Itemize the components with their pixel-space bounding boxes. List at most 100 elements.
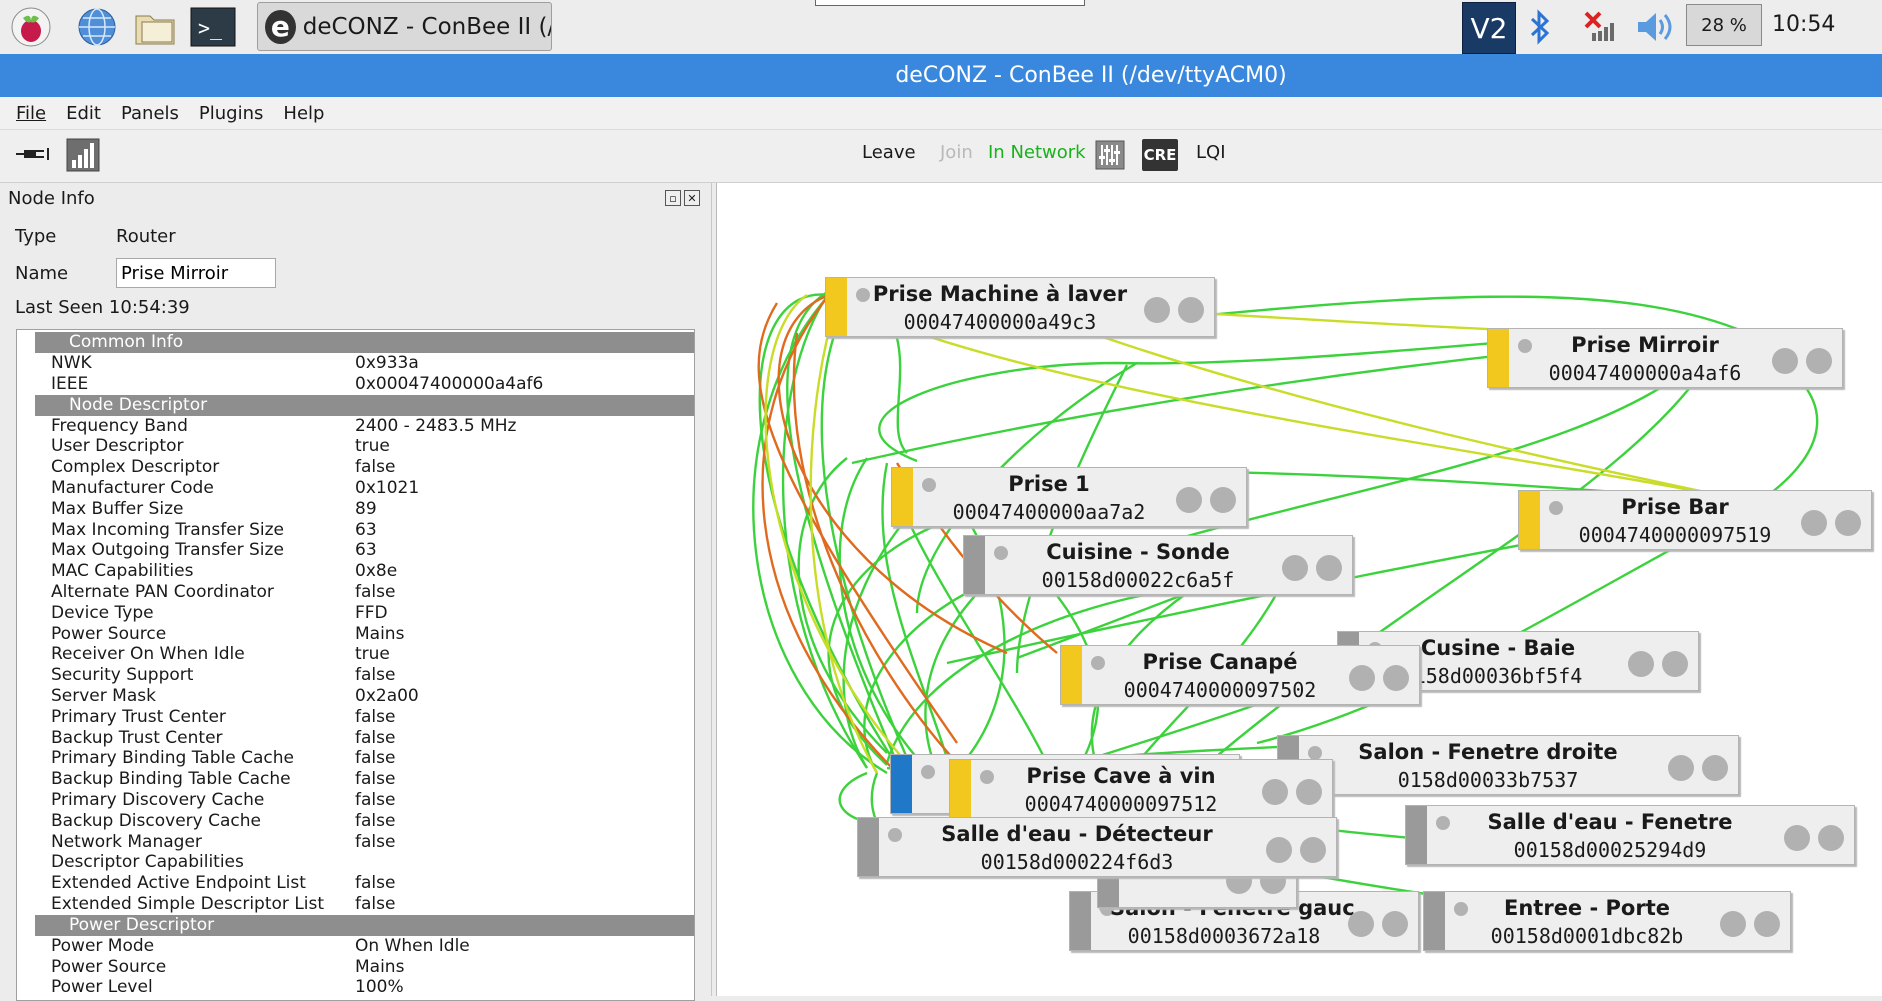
tree-row[interactable]: Complex Descriptor false (17, 457, 694, 478)
endpoint-socket-icon[interactable] (1772, 348, 1798, 374)
tree-row[interactable]: Extended Simple Descriptor List false (17, 894, 694, 915)
tree-row[interactable]: Max Buffer Size 89 (17, 499, 694, 520)
tree-row[interactable]: Primary Binding Table Cache false (17, 748, 694, 769)
tree-row[interactable]: Manufacturer Code 0x1021 (17, 478, 694, 499)
tree-section-header[interactable]: Power Descriptor (35, 914, 694, 936)
node-sde-fenetre[interactable]: Salle d'eau - Fenetre 00158d00025294d9 (1405, 805, 1855, 865)
endpoint-socket-icon[interactable] (1349, 665, 1375, 691)
endpoint-socket-icon[interactable] (1720, 911, 1746, 937)
node-prise-cave[interactable]: Prise Cave à vin 0004740000097512 (949, 759, 1333, 819)
lqi-button[interactable]: LQI (1196, 142, 1226, 163)
signal-strength-icon[interactable] (66, 138, 100, 177)
float-panel-icon[interactable]: ▫ (665, 190, 681, 206)
terminal-icon[interactable]: >_ (190, 4, 236, 50)
tree-row[interactable]: Power Source Mains (17, 957, 694, 978)
tree-row[interactable]: Security Support false (17, 665, 694, 686)
menu-file[interactable]: File (16, 103, 46, 124)
node-endpoints[interactable] (1262, 779, 1322, 805)
tree-row[interactable]: Power Level 100% (17, 977, 694, 998)
endpoint-socket-icon[interactable] (1818, 825, 1844, 851)
node-endpoints[interactable] (1144, 297, 1204, 323)
endpoint-socket-icon[interactable] (1266, 837, 1292, 863)
tree-row[interactable]: Backup Trust Center false (17, 728, 694, 749)
endpoint-socket-icon[interactable] (1348, 911, 1374, 937)
tree-row[interactable]: Network Manager false (17, 832, 694, 853)
volume-icon[interactable] (1632, 2, 1676, 52)
node-prise-machine[interactable]: Prise Machine à laver 00047400000a49c3 (825, 277, 1215, 337)
tree-row[interactable]: User Descriptor true (17, 436, 694, 457)
file-manager-icon[interactable] (132, 4, 178, 50)
node-endpoints[interactable] (1282, 555, 1342, 581)
node-endpoints[interactable] (1720, 911, 1780, 937)
close-panel-icon[interactable]: ✕ (684, 190, 700, 206)
tree-row[interactable]: Max Outgoing Transfer Size 63 (17, 540, 694, 561)
node-salon-droite[interactable]: Salon - Fenetre droite 0158d00033b7537 (1277, 735, 1739, 795)
cre-button[interactable]: CRE (1142, 139, 1178, 171)
tree-row[interactable]: Primary Trust Center false (17, 707, 694, 728)
endpoint-socket-icon[interactable] (1300, 837, 1326, 863)
tree-row[interactable]: Device Type FFD (17, 603, 694, 624)
node-endpoints[interactable] (1784, 825, 1844, 851)
tree-row[interactable]: Extended Active Endpoint List false (17, 873, 694, 894)
endpoint-socket-icon[interactable] (1662, 651, 1688, 677)
leave-button[interactable]: Leave (862, 142, 916, 163)
web-browser-icon[interactable] (74, 4, 120, 50)
raspberry-menu-icon[interactable] (8, 4, 54, 50)
tree-section-header[interactable]: Node Descriptor (35, 394, 694, 416)
endpoint-socket-icon[interactable] (1178, 297, 1204, 323)
battery-indicator[interactable]: 28 % (1686, 4, 1762, 46)
tree-row[interactable]: Alternate PAN Coordinator false (17, 582, 694, 603)
tree-row[interactable]: NWK 0x933a (17, 353, 694, 374)
network-disconnected-icon[interactable] (1576, 2, 1620, 52)
vnc-icon[interactable]: V2 (1462, 2, 1516, 54)
node-endpoints[interactable] (1348, 911, 1408, 937)
network-graph[interactable]: Salon - Fenetre gauc 00158d0003672a18 Entr… (716, 183, 1882, 996)
endpoint-socket-icon[interactable] (1296, 779, 1322, 805)
menu-help[interactable]: Help (283, 103, 324, 124)
endpoint-socket-icon[interactable] (1282, 555, 1308, 581)
join-button[interactable]: Join (940, 142, 973, 163)
endpoint-socket-icon[interactable] (1144, 297, 1170, 323)
endpoint-socket-icon[interactable] (1702, 755, 1728, 781)
node-entree-porte[interactable]: Entree - Porte 00158d0001dbc82b (1423, 891, 1791, 951)
node-endpoints[interactable] (1668, 755, 1728, 781)
endpoint-socket-icon[interactable] (1262, 779, 1288, 805)
tree-row[interactable]: Backup Discovery Cache false (17, 811, 694, 832)
node-prise-bar[interactable]: Prise Bar 0004740000097519 (1518, 490, 1872, 550)
tree-row[interactable]: Power Source Mains (17, 624, 694, 645)
node-endpoints[interactable] (1772, 348, 1832, 374)
node-prise-canape[interactable]: Prise Canapé 0004740000097502 (1060, 645, 1420, 705)
menu-plugins[interactable]: Plugins (199, 103, 263, 124)
tree-row[interactable]: Descriptor Capabilities (17, 852, 694, 873)
tree-section-header[interactable]: Common Info (35, 332, 694, 353)
endpoint-socket-icon[interactable] (1754, 911, 1780, 937)
node-endpoints[interactable] (1176, 487, 1236, 513)
tree-row[interactable]: Power Mode On When Idle (17, 936, 694, 957)
endpoint-socket-icon[interactable] (1210, 487, 1236, 513)
node-endpoints[interactable] (1801, 510, 1861, 536)
endpoint-socket-icon[interactable] (1806, 348, 1832, 374)
node-endpoints[interactable] (1266, 837, 1326, 863)
name-input[interactable] (116, 258, 276, 288)
tree-row[interactable]: Server Mask 0x2a00 (17, 686, 694, 707)
bluetooth-icon[interactable] (1522, 2, 1558, 52)
window-titlebar[interactable]: deCONZ - ConBee II (/dev/ttyACM0) (0, 54, 1882, 97)
endpoint-socket-icon[interactable] (1316, 555, 1342, 581)
tree-row[interactable]: Frequency Band 2400 - 2483.5 MHz (17, 416, 694, 437)
node-prise-mirroir[interactable]: Prise Mirroir 00047400000a4af6 (1487, 328, 1843, 388)
endpoint-socket-icon[interactable] (1801, 510, 1827, 536)
clock[interactable]: 10:54 (1772, 12, 1835, 37)
node-sde-detecteur[interactable]: Salle d'eau - Détecteur 00158d000224f6d3 (857, 817, 1337, 877)
menu-edit[interactable]: Edit (66, 103, 101, 124)
endpoint-socket-icon[interactable] (1668, 755, 1694, 781)
endpoint-socket-icon[interactable] (1383, 665, 1409, 691)
endpoint-socket-icon[interactable] (1784, 825, 1810, 851)
tree-row[interactable]: IEEE 0x00047400000a4af6 (17, 374, 694, 395)
tree-row[interactable]: Max Incoming Transfer Size 63 (17, 520, 694, 541)
endpoint-socket-icon[interactable] (1176, 487, 1202, 513)
tree-row[interactable]: Primary Discovery Cache false (17, 790, 694, 811)
endpoint-socket-icon[interactable] (1628, 651, 1654, 677)
menu-panels[interactable]: Panels (121, 103, 179, 124)
tree-row[interactable]: Backup Binding Table Cache false (17, 769, 694, 790)
descriptor-tree[interactable]: Common Info NWK 0x933a IEEE 0x00047400000a4a… (16, 329, 695, 1001)
